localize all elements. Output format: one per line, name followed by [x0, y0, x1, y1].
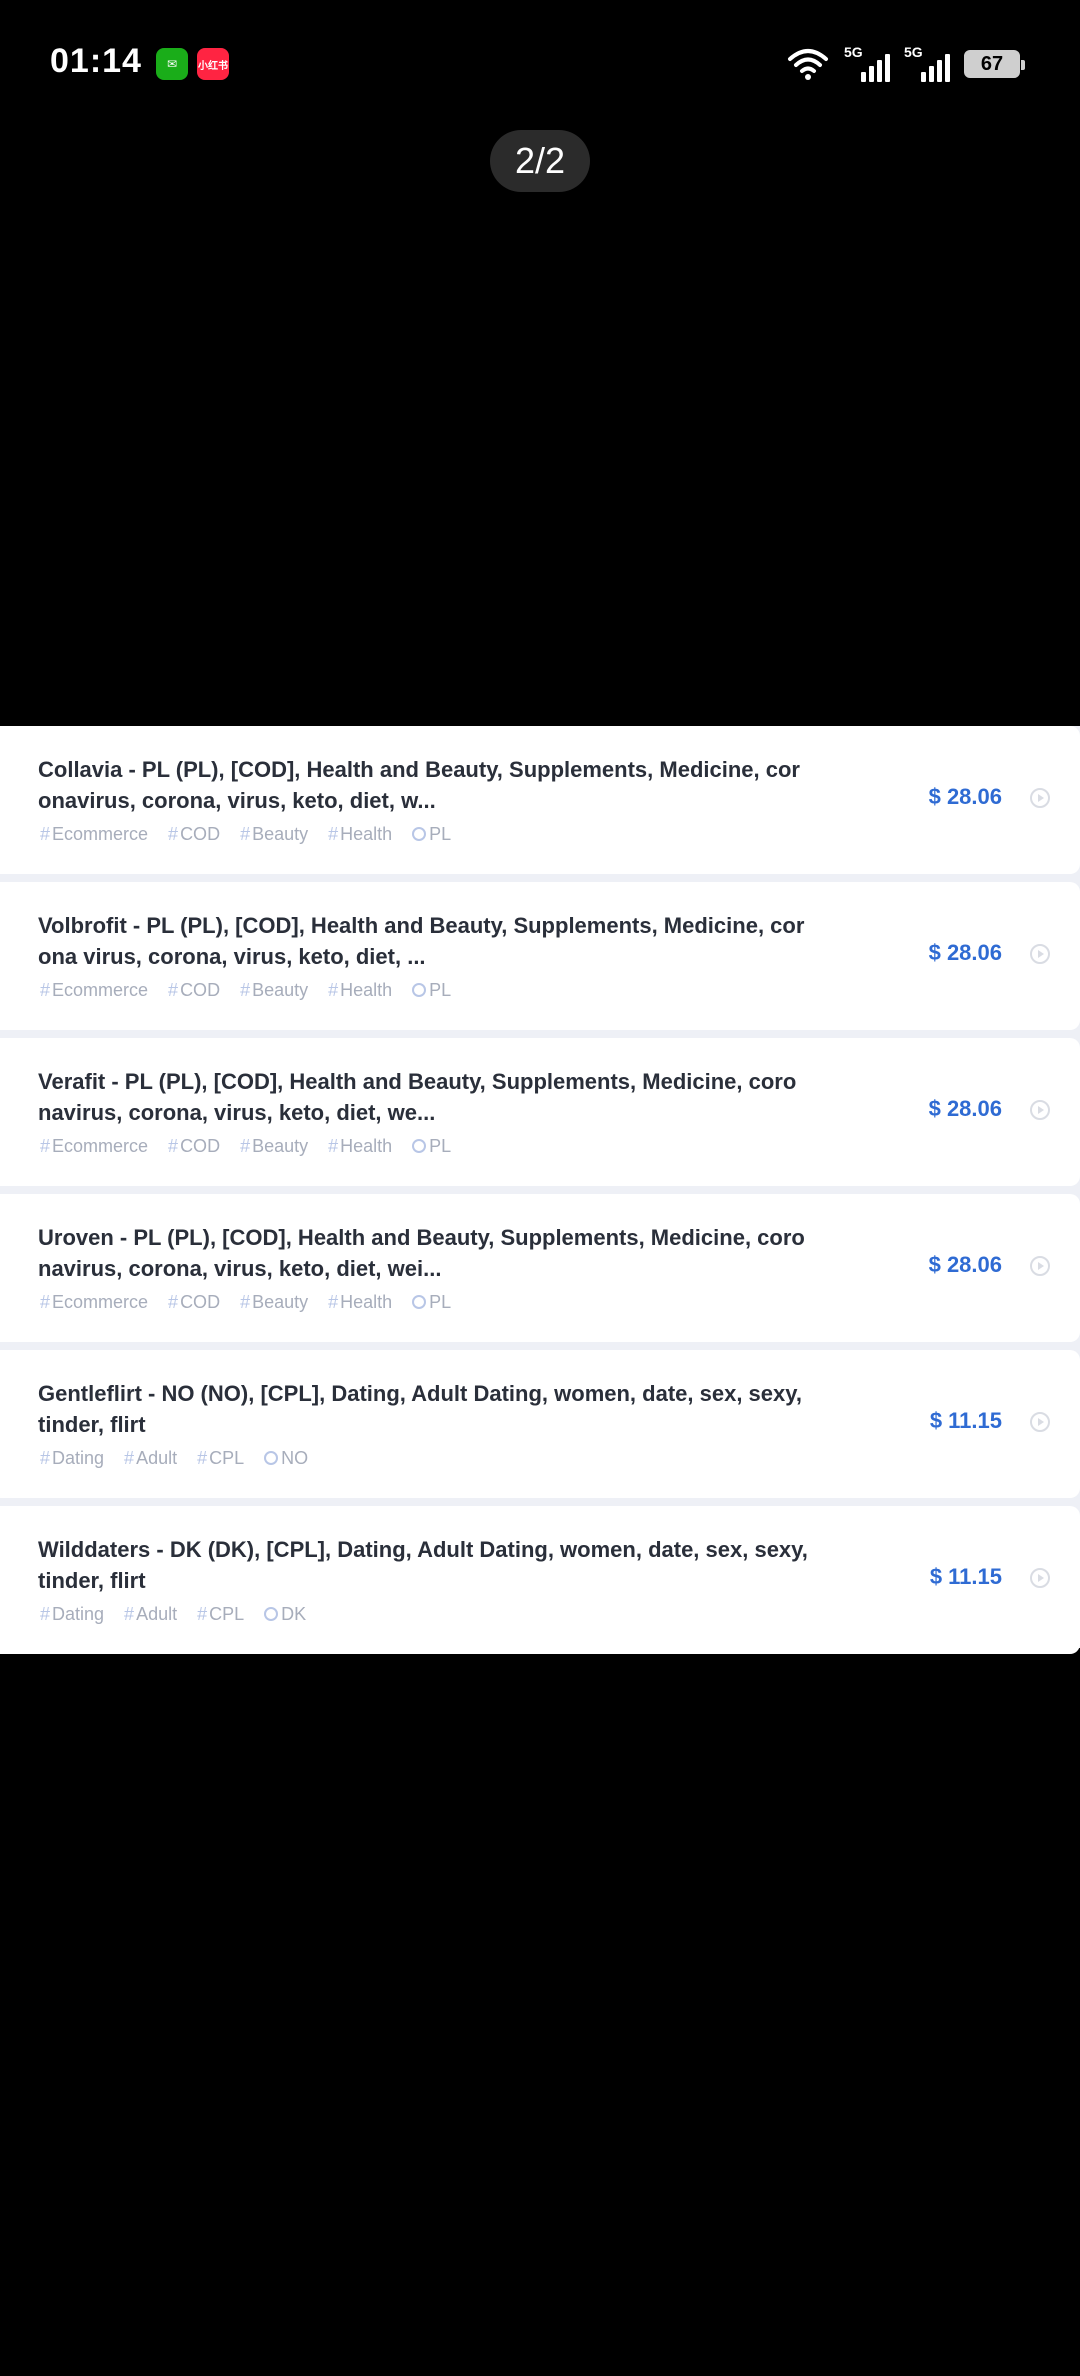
play-circle-icon[interactable]: [1030, 788, 1050, 808]
offer-card[interactable]: Collavia - PL (PL), [COD], Health and Be…: [0, 726, 1080, 874]
geo-tag: PL: [412, 1136, 451, 1157]
offer-title: Collavia - PL (PL), [COD], Health and Be…: [38, 757, 800, 813]
offer-tags: # Ecommerce # COD # Beauty # Health PL: [40, 1136, 451, 1157]
location-icon: [412, 1139, 427, 1153]
wifi-icon: [788, 49, 828, 80]
tag: # Dating: [40, 1448, 105, 1468]
location-icon: [412, 1295, 427, 1309]
status-indicators: 5G 5G 67: [786, 44, 1025, 84]
offer-tags: # Ecommerce # COD # Beauty # Health PL: [40, 824, 451, 845]
play-circle-icon[interactable]: [1030, 1412, 1050, 1432]
geo-tag: PL: [412, 1292, 451, 1313]
geo-tag: DK: [264, 1604, 306, 1625]
offer-tags: # Dating # Adult # CPL NO: [40, 1448, 308, 1469]
offer-price: $ 11.15: [929, 1408, 1002, 1433]
offer-title: Uroven - PL (PL), [COD], Health and Beau…: [38, 1225, 805, 1281]
play-circle-icon[interactable]: [1030, 1256, 1050, 1276]
offer-tags: # Ecommerce # COD # Beauty # Health PL: [40, 1292, 451, 1313]
offer-list: Collavia - PL (PL), [COD], Health and Be…: [0, 726, 1080, 1654]
wechat-icon: ✉: [156, 48, 188, 80]
geo-tag: NO: [264, 1448, 308, 1469]
tag: # COD: [168, 1292, 221, 1312]
location-icon: [264, 1607, 279, 1621]
battery-icon: 67: [964, 50, 1025, 78]
tag: # Ecommerce: [40, 1292, 149, 1312]
location-icon: [412, 827, 427, 841]
geo-tag: PL: [412, 824, 451, 845]
xiaohongshu-icon: 小红书: [197, 48, 229, 80]
play-circle-icon[interactable]: [1030, 1568, 1050, 1588]
offer-title: Wilddaters - DK (DK), [CPL], Dating, Adu…: [38, 1537, 808, 1593]
tag: # COD: [168, 1136, 221, 1156]
tag: # Ecommerce: [40, 980, 149, 1000]
tag: # COD: [168, 980, 221, 1000]
offer-card[interactable]: Wilddaters - DK (DK), [CPL], Dating, Adu…: [0, 1506, 1080, 1654]
status-bar: 01:14 ✉ 小红书 5G 5G 67: [0, 0, 1080, 130]
offer-card[interactable]: Volbrofit - PL (PL), [COD], Health and B…: [0, 882, 1080, 1030]
tag: # CPL: [197, 1448, 245, 1468]
tag: # Health: [328, 1136, 393, 1156]
offer-card[interactable]: Uroven - PL (PL), [COD], Health and Beau…: [0, 1194, 1080, 1342]
tag: # Beauty: [240, 980, 309, 1000]
tag: # Dating: [40, 1604, 105, 1624]
play-circle-icon[interactable]: [1030, 944, 1050, 964]
offer-price: $ 28.06: [928, 940, 1002, 965]
tag: # Beauty: [240, 824, 309, 844]
offer-card[interactable]: Gentleflirt - NO (NO), [CPL], Dating, Ad…: [0, 1350, 1080, 1498]
offer-price: $ 28.06: [928, 1096, 1002, 1121]
location-icon: [264, 1451, 279, 1465]
status-time: 01:14: [50, 42, 142, 80]
offer-price: $ 11.15: [929, 1564, 1002, 1589]
tag: # Health: [328, 1292, 393, 1312]
page-indicator: 2/2: [490, 130, 590, 192]
location-icon: [412, 983, 427, 997]
signal-5g-icon-2: 5G: [904, 44, 950, 82]
offer-card[interactable]: Verafit - PL (PL), [COD], Health and Bea…: [0, 1038, 1080, 1186]
tag: # Beauty: [240, 1136, 309, 1156]
play-circle-icon[interactable]: [1030, 1100, 1050, 1120]
offer-title: Gentleflirt - NO (NO), [CPL], Dating, Ad…: [38, 1381, 802, 1437]
tag: # COD: [168, 824, 221, 844]
tag: # Adult: [124, 1604, 178, 1624]
offer-tags: # Ecommerce # COD # Beauty # Health PL: [40, 980, 451, 1001]
tag: # Adult: [124, 1448, 178, 1468]
offer-price: $ 28.06: [928, 1252, 1002, 1277]
offer-tags: # Dating # Adult # CPL DK: [40, 1604, 306, 1625]
tag: # CPL: [197, 1604, 245, 1624]
tag: # Beauty: [240, 1292, 309, 1312]
tag: # Health: [328, 980, 393, 1000]
offer-price: $ 28.06: [928, 784, 1002, 809]
signal-5g-icon-1: 5G: [844, 44, 890, 82]
offer-title: Verafit - PL (PL), [COD], Health and Bea…: [38, 1069, 797, 1125]
tag: # Ecommerce: [40, 824, 149, 844]
geo-tag: PL: [412, 980, 451, 1001]
tag: # Health: [328, 824, 393, 844]
offer-title: Volbrofit - PL (PL), [COD], Health and B…: [38, 913, 805, 969]
tag: # Ecommerce: [40, 1136, 149, 1156]
